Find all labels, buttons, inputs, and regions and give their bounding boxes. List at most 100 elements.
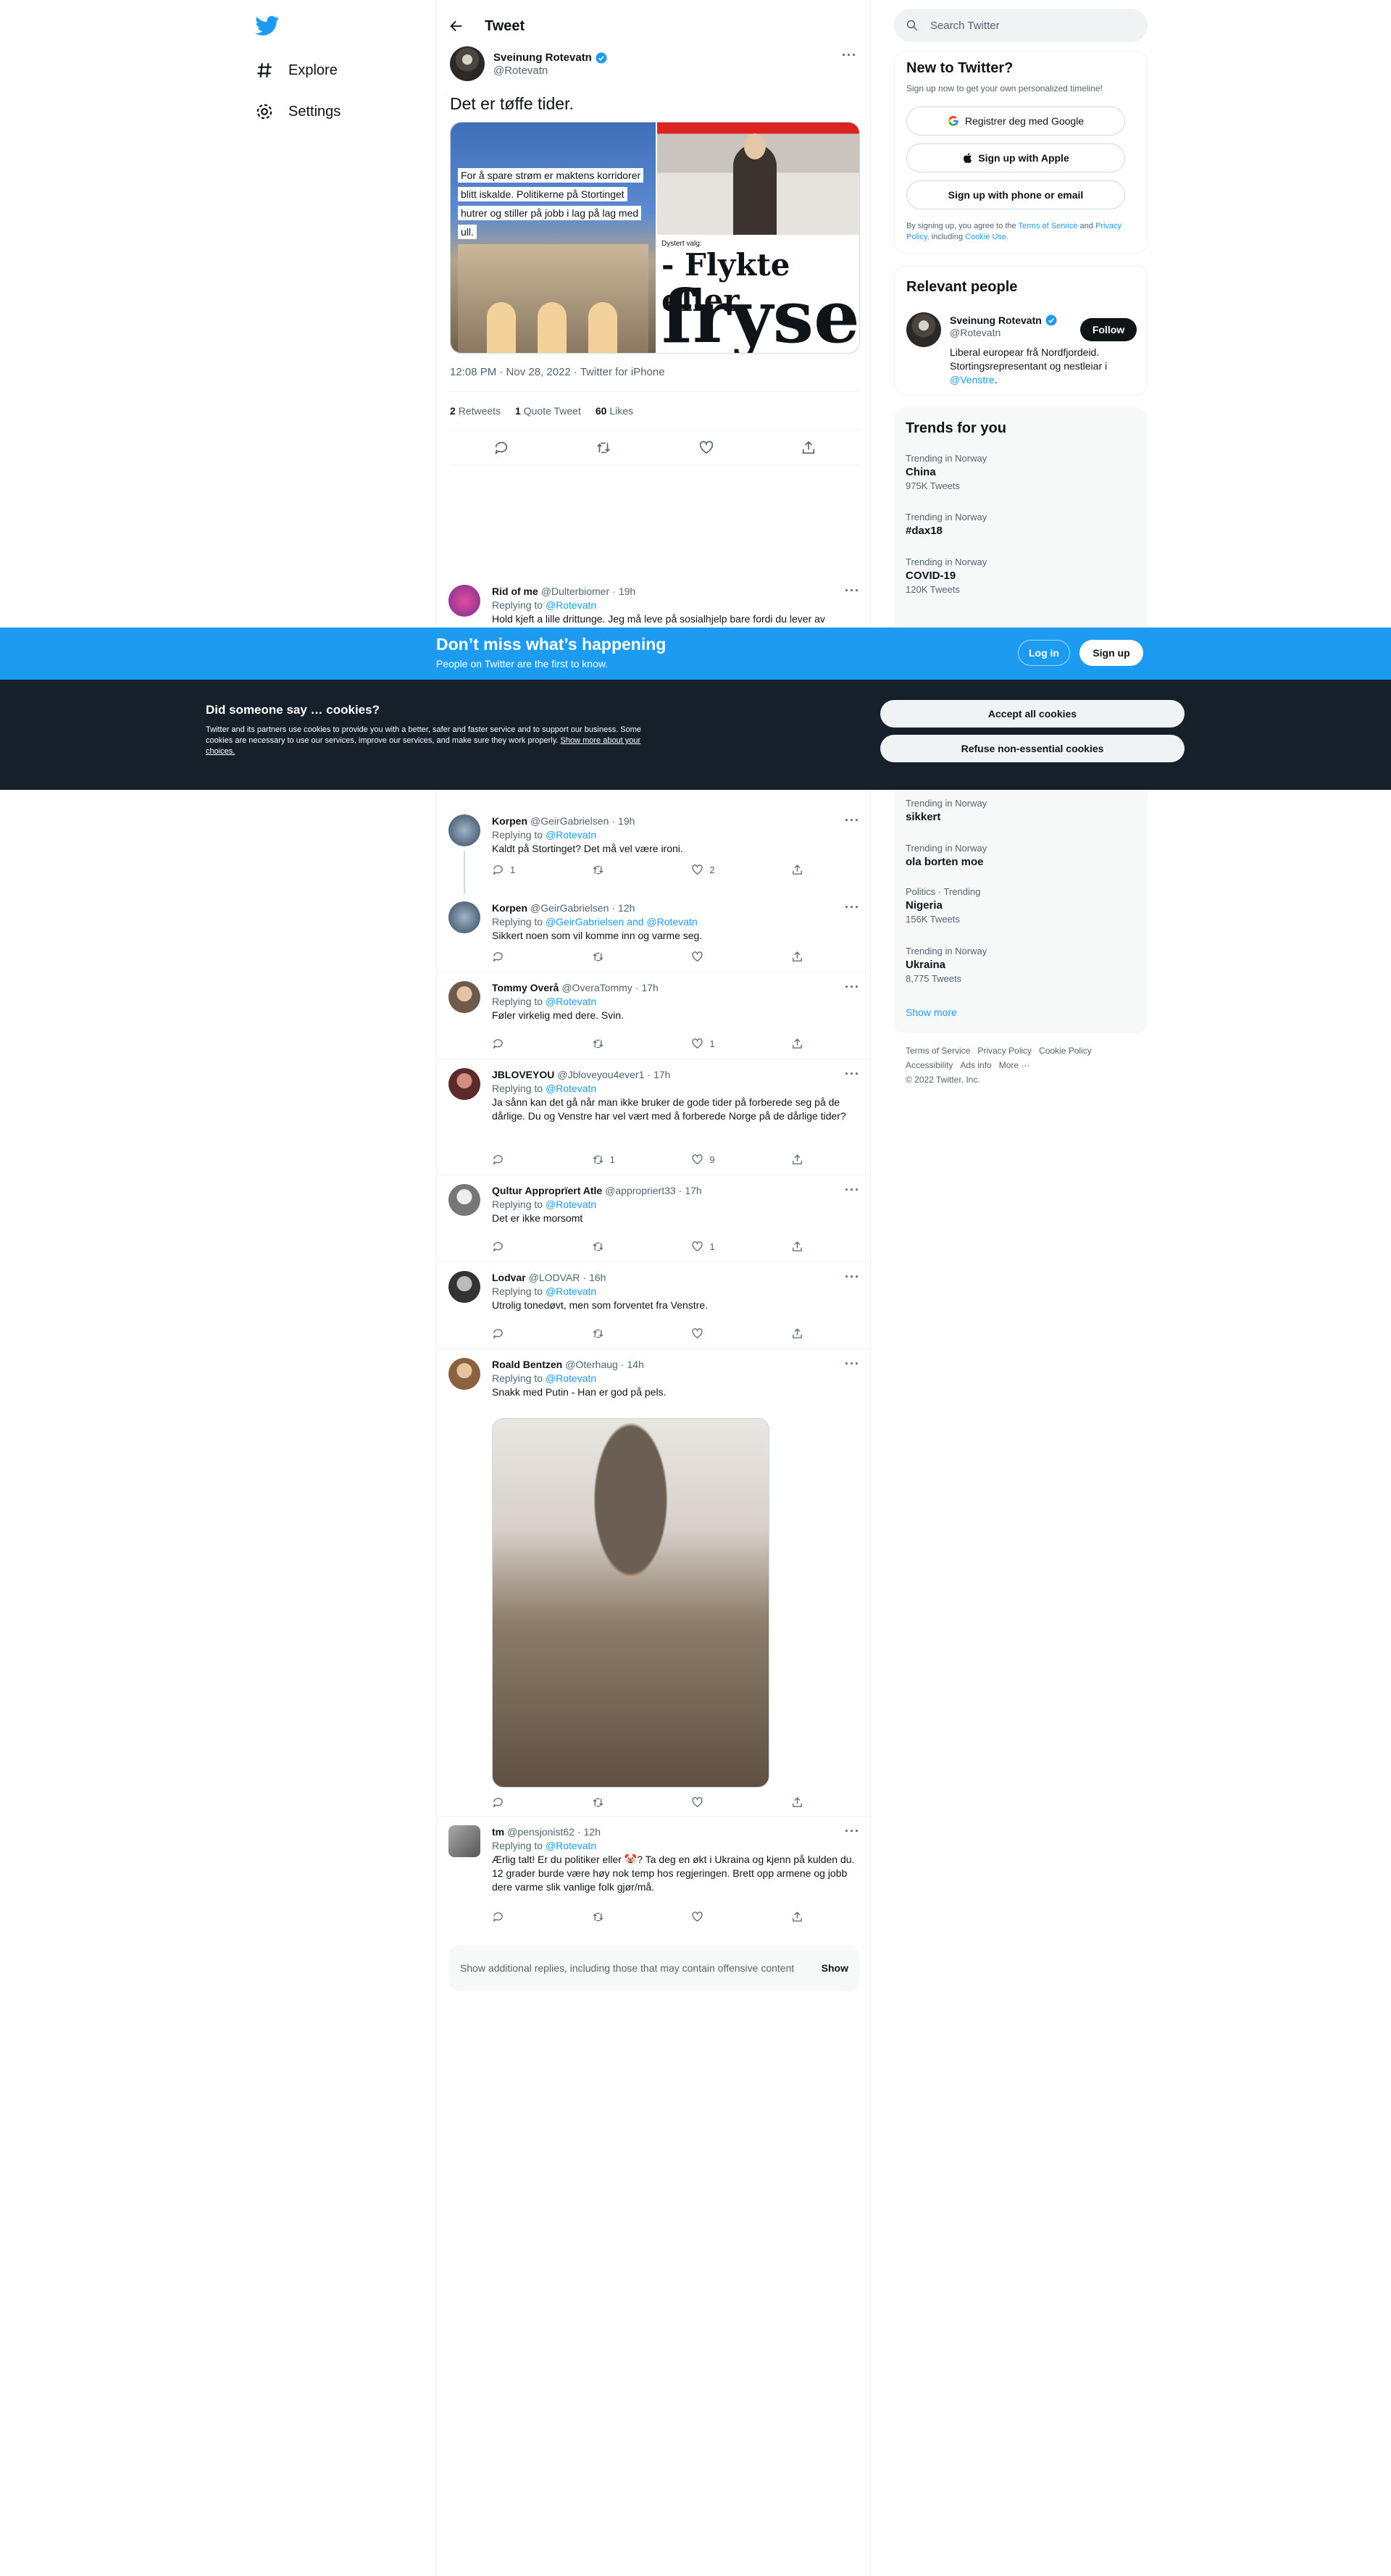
share-icon[interactable]: [801, 440, 816, 456]
trend-item[interactable]: Trending in Norway China 975K Tweets: [906, 452, 987, 493]
avatar[interactable]: [448, 1271, 480, 1303]
search-input[interactable]: Search Twitter: [930, 20, 1000, 32]
avatar[interactable]: [448, 1825, 480, 1857]
reply-item[interactable]: Korpen @GeirGabrielsen · 12h Replying to @G…: [437, 893, 872, 972]
replying-to-link[interactable]: @Rotevatn: [546, 599, 596, 611]
avatar[interactable]: [448, 1068, 480, 1100]
reply-handle[interactable]: @Jbloveyou4ever1: [557, 1068, 644, 1082]
trend-item[interactable]: Trending in Norway sikkert: [906, 797, 987, 825]
tweet-author[interactable]: Sveinung Rotevatn @Rotevatn: [450, 46, 608, 81]
reply-handle[interactable]: @appropriert33: [605, 1184, 676, 1198]
reply-icon[interactable]: [493, 440, 509, 456]
accept-cookies-button[interactable]: Accept all cookies: [880, 700, 1185, 728]
trend-item[interactable]: Politics · Trending Nigeria 156K Tweets: [906, 885, 980, 926]
reply-button[interactable]: [492, 1327, 579, 1340]
reply-button[interactable]: [492, 951, 579, 963]
reply-button[interactable]: 1: [492, 864, 579, 876]
replying-to-link[interactable]: @Rotevatn: [546, 1199, 596, 1210]
replying-to-link[interactable]: @Rotevatn: [546, 1840, 596, 1851]
replying-to-link[interactable]: @Rotevatn: [546, 1372, 596, 1384]
reply-name[interactable]: Qultur Approprïert Atle: [492, 1184, 602, 1198]
replying-to-link[interactable]: @Rotevatn: [546, 996, 596, 1007]
reply-handle[interactable]: @LODVAR: [529, 1271, 580, 1285]
google-signup-button[interactable]: Registrer deg med Google: [906, 107, 1125, 136]
terms-link[interactable]: Terms of Service: [1019, 222, 1078, 230]
reply-time[interactable]: 19h: [618, 814, 635, 828]
twitter-logo-icon[interactable]: [255, 16, 280, 36]
more-options-icon[interactable]: ···: [845, 980, 860, 995]
reply-time[interactable]: 12h: [618, 901, 635, 915]
trend-item[interactable]: Trending in Norway COVID-19 120K Tweets: [906, 556, 987, 596]
like-button[interactable]: [691, 1911, 778, 1923]
author-handle[interactable]: @Rotevatn: [493, 64, 608, 77]
relevant-person-handle[interactable]: @Rotevatn: [950, 327, 1058, 338]
reply-name[interactable]: Rid of me: [492, 585, 538, 599]
reply-button[interactable]: [492, 1154, 579, 1166]
like-button[interactable]: [691, 1327, 778, 1340]
search-bar[interactable]: Search Twitter: [894, 9, 1148, 42]
more-options-icon[interactable]: ···: [845, 813, 860, 828]
login-button[interactable]: Log in: [1018, 640, 1070, 666]
share-button[interactable]: [791, 1911, 803, 1923]
follow-button[interactable]: Follow: [1080, 318, 1137, 341]
avatar[interactable]: [448, 1358, 480, 1390]
like-icon[interactable]: [698, 440, 714, 456]
reply-name[interactable]: Roald Bentzen: [492, 1358, 562, 1372]
footer-ads-link[interactable]: Ads info: [960, 1060, 991, 1070]
share-button[interactable]: [791, 1796, 803, 1809]
retweet-button[interactable]: [592, 1911, 679, 1923]
more-options-icon[interactable]: ···: [845, 1356, 860, 1372]
reply-time[interactable]: 16h: [589, 1271, 606, 1285]
like-button[interactable]: 2: [691, 864, 778, 876]
avatar[interactable]: [906, 312, 941, 347]
reply-item[interactable]: JBLOVEYOU @Jbloveyou4ever1 · 17h Replying t…: [437, 1059, 872, 1175]
avatar[interactable]: [448, 1184, 480, 1216]
reply-time[interactable]: 12h: [584, 1825, 601, 1839]
nav-settings[interactable]: Settings: [255, 97, 341, 126]
refuse-cookies-button[interactable]: Refuse non-essential cookies: [880, 735, 1185, 762]
footer-more-link[interactable]: More ···: [999, 1060, 1030, 1070]
show-additional-replies[interactable]: Show additional replies, including those…: [448, 1945, 860, 1991]
venstre-link[interactable]: @Venstre: [950, 374, 995, 385]
share-button[interactable]: [791, 1038, 803, 1050]
reply-button[interactable]: [492, 1038, 579, 1050]
share-button[interactable]: [791, 951, 803, 963]
nav-explore[interactable]: Explore: [255, 56, 338, 85]
reply-name[interactable]: Tommy Overå: [492, 981, 559, 995]
media-photo-left[interactable]: For å spare strøm er maktens korridorer …: [451, 122, 656, 353]
reply-handle[interactable]: @GeirGabrielsen: [530, 901, 609, 915]
apple-signup-button[interactable]: Sign up with Apple: [906, 143, 1125, 172]
reply-name[interactable]: Korpen: [492, 901, 527, 915]
replying-to-link[interactable]: @GeirGabrielsen and @Rotevatn: [546, 916, 698, 928]
reply-item[interactable]: Korpen @GeirGabrielsen · 19h Replying to @R…: [437, 806, 872, 894]
reply-button[interactable]: [492, 1241, 579, 1253]
reply-time[interactable]: 17h: [685, 1184, 701, 1198]
reply-button[interactable]: [492, 1911, 579, 1923]
more-options-icon[interactable]: ···: [845, 900, 860, 915]
show-more-trends-link[interactable]: Show more: [906, 1006, 957, 1018]
reply-handle[interactable]: @pensjonist62: [507, 1825, 575, 1839]
reply-item[interactable]: Roald Bentzen @Oterhaug · 14h Replying to @…: [437, 1349, 872, 1817]
share-button[interactable]: [791, 1154, 803, 1166]
reply-handle[interactable]: @OveraTommy: [561, 981, 632, 995]
media-photo-right[interactable]: Dystert valg: - Flykte eller fryse: [657, 122, 859, 353]
cookie-use-link[interactable]: Cookie Use.: [965, 233, 1008, 241]
avatar[interactable]: [448, 814, 480, 846]
reply-name[interactable]: JBLOVEYOU: [492, 1068, 554, 1082]
reply-item[interactable]: Qultur Approprïert Atle @appropriert33 · 17…: [437, 1175, 872, 1262]
reply-time[interactable]: 14h: [627, 1358, 644, 1372]
trend-item[interactable]: Trending in Norway ola borten moe: [906, 842, 987, 870]
like-button[interactable]: 1: [691, 1038, 778, 1050]
reply-handle[interactable]: @GeirGabrielsen: [530, 814, 609, 828]
reply-photo-fur-coat[interactable]: [492, 1418, 769, 1788]
replying-to-link[interactable]: @Rotevatn: [546, 1083, 596, 1094]
share-button[interactable]: [791, 1327, 803, 1340]
phone-email-signup-button[interactable]: Sign up with phone or email: [906, 180, 1125, 209]
replying-to-link[interactable]: @Rotevatn: [546, 1285, 596, 1297]
likes-stat[interactable]: 60 Likes: [596, 405, 633, 417]
trend-item[interactable]: Trending in Norway Ukraina 8,775 Tweets: [906, 945, 987, 985]
relevant-person-name[interactable]: Sveinung Rotevatn: [950, 314, 1042, 326]
like-button[interactable]: 9: [691, 1154, 778, 1166]
author-name[interactable]: Sveinung Rotevatn: [493, 51, 592, 64]
like-button[interactable]: [691, 951, 778, 963]
